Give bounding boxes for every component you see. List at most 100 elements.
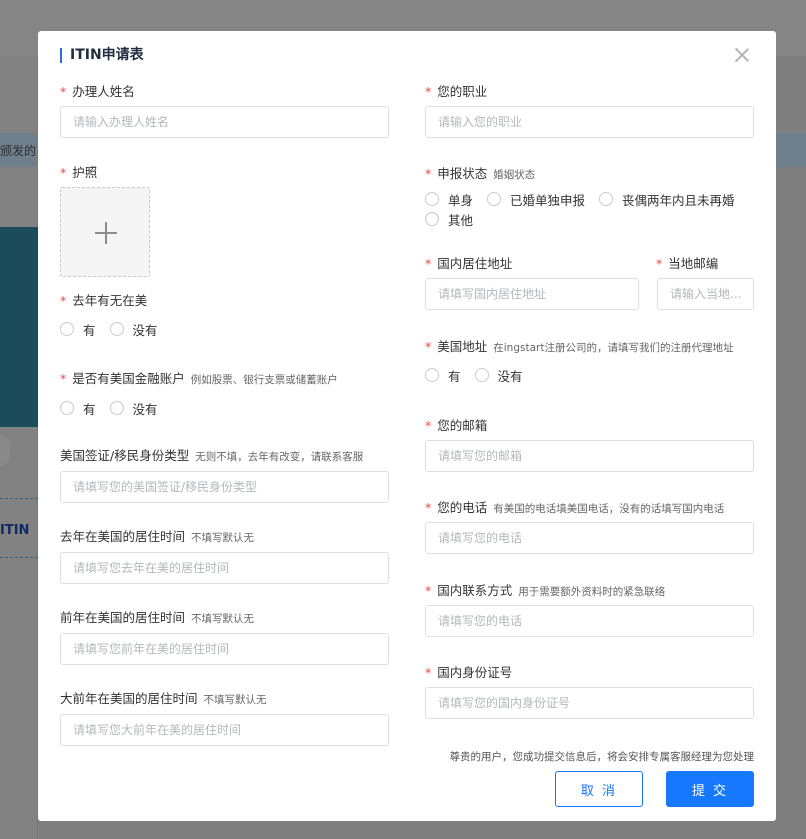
radio-circle-icon xyxy=(109,322,124,336)
domestic-address-input[interactable] xyxy=(425,278,639,310)
us-address-no-radio[interactable]: 没有 xyxy=(474,365,523,385)
filing-status-other-radio[interactable]: 其他 xyxy=(425,209,473,229)
in-us-last-year-radio-group: 有 没有 xyxy=(60,319,172,339)
us-address-label-row: * 美国地址 在ingstart注册公司的，请填写我们的注册代理地址 xyxy=(425,336,733,356)
domestic-contact-input[interactable] xyxy=(425,605,754,637)
occupation-input[interactable] xyxy=(425,106,754,138)
required-mark: * xyxy=(425,500,432,515)
filing-status-hint: 婚姻状态 xyxy=(493,169,536,181)
required-mark: * xyxy=(425,339,432,354)
email-input[interactable] xyxy=(425,440,754,472)
background-notice-text: 颁发的 xyxy=(0,144,37,158)
residence-last-year-label: 去年在美国的居住时间 xyxy=(60,529,186,544)
required-mark: * xyxy=(425,418,432,433)
occupation-label: 您的职业 xyxy=(437,84,488,99)
postal-code-input[interactable] xyxy=(657,278,754,310)
residence-3y-ago-label-row: 大前年在美国的居住时间 不填写默认无 xyxy=(60,688,267,708)
phone-input[interactable] xyxy=(425,522,754,554)
applicant-name-label: 办理人姓名 xyxy=(72,84,135,99)
phone-label-row: * 您的电话 有美国的电话填美国电话，没有的话填写国内电话 xyxy=(425,497,724,517)
required-mark: * xyxy=(425,665,432,680)
postal-code-label: 当地邮编 xyxy=(668,256,719,271)
close-icon[interactable] xyxy=(732,45,752,65)
financial-account-label: 是否有美国金融账户 xyxy=(72,371,185,386)
required-mark: * xyxy=(60,371,67,386)
background-banner xyxy=(0,227,38,427)
radio-label: 没有 xyxy=(132,322,158,338)
radio-circle-icon xyxy=(599,192,614,206)
financial-account-label-row: * 是否有美国金融账户 例如股票、银行支票或储蓄账户 xyxy=(60,368,338,388)
required-mark: * xyxy=(425,166,432,181)
residence-3y-ago-hint: 不填写默认无 xyxy=(203,694,267,706)
background-itin-label: ITIN xyxy=(0,523,30,538)
financial-account-radio-group: 有 没有 xyxy=(60,398,172,418)
id-number-label-row: * 国内身份证号 xyxy=(425,662,512,681)
in-us-last-year-yes-radio[interactable]: 有 xyxy=(60,319,96,339)
filing-status-single-radio[interactable]: 单身 xyxy=(425,189,473,209)
financial-account-no-radio[interactable]: 没有 xyxy=(109,398,158,418)
radio-circle-icon xyxy=(60,401,74,415)
footer-note: 尊贵的用户，您成功提交信息后，将会安排专属客服经理为您处理 xyxy=(449,751,755,763)
domestic-address-label: 国内居住地址 xyxy=(437,256,513,271)
required-mark: * xyxy=(425,256,432,271)
required-mark: * xyxy=(425,84,432,99)
occupation-label-row: * 您的职业 xyxy=(425,81,487,100)
radio-label: 有 xyxy=(83,401,96,417)
filing-status-widowed-radio[interactable]: 丧偶两年内且未再婚 xyxy=(599,189,735,209)
filing-status-label: 申报状态 xyxy=(437,166,488,181)
domestic-contact-label: 国内联系方式 xyxy=(437,583,513,598)
in-us-last-year-no-radio[interactable]: 没有 xyxy=(109,319,158,339)
postal-code-label-row: * 当地邮编 xyxy=(656,253,718,272)
residence-last-year-hint: 不填写默认无 xyxy=(191,532,255,544)
us-address-label: 美国地址 xyxy=(437,339,488,354)
id-number-input[interactable] xyxy=(425,687,754,719)
visa-type-input[interactable] xyxy=(60,471,389,503)
itin-application-modal: ITIN申请表 * 办理人姓名 * 护照 * 去年有无在美 有 没有 * 是否有美国金融… xyxy=(38,31,776,821)
domestic-contact-label-row: * 国内联系方式 用于需要额外资料时的紧急联络 xyxy=(425,580,665,600)
radio-label: 有 xyxy=(448,368,461,384)
email-label: 您的邮箱 xyxy=(437,418,488,433)
passport-label-row: * 护照 xyxy=(60,162,97,181)
radio-circle-icon xyxy=(425,368,439,382)
applicant-name-label-row: * 办理人姓名 xyxy=(60,81,135,100)
radio-label: 没有 xyxy=(132,401,158,417)
radio-circle-icon xyxy=(109,401,124,415)
domestic-contact-hint: 用于需要额外资料时的紧急联络 xyxy=(518,586,666,598)
required-mark: * xyxy=(60,165,67,180)
residence-2y-ago-hint: 不填写默认无 xyxy=(191,613,255,625)
radio-label: 没有 xyxy=(497,368,523,384)
phone-label: 您的电话 xyxy=(437,500,488,515)
residence-3y-ago-label: 大前年在美国的居住时间 xyxy=(60,691,198,706)
financial-account-yes-radio[interactable]: 有 xyxy=(60,398,96,418)
us-address-hint: 在ingstart注册公司的，请填写我们的注册代理地址 xyxy=(493,342,734,354)
submit-button[interactable]: 提 交 xyxy=(666,771,754,807)
radio-circle-icon xyxy=(474,368,489,382)
required-mark: * xyxy=(60,293,67,308)
id-number-label: 国内身份证号 xyxy=(437,665,513,680)
residence-last-year-input[interactable] xyxy=(60,552,389,584)
passport-upload-button[interactable] xyxy=(60,187,150,277)
radio-label: 单身 xyxy=(448,192,474,208)
in-us-last-year-label-row: * 去年有无在美 xyxy=(60,290,147,309)
radio-label: 已婚单独申报 xyxy=(510,192,586,208)
in-us-last-year-label: 去年有无在美 xyxy=(72,293,148,308)
us-address-radio-group: 有 没有 xyxy=(425,365,537,385)
applicant-name-input[interactable] xyxy=(60,106,389,138)
residence-2y-ago-label-row: 前年在美国的居住时间 不填写默认无 xyxy=(60,607,254,627)
visa-type-hint: 无则不填，去年有改变，请联系客服 xyxy=(195,451,364,463)
email-label-row: * 您的邮箱 xyxy=(425,415,487,434)
passport-label: 护照 xyxy=(72,165,98,180)
filing-status-radio-group: 单身 已婚单独申报 丧偶两年内且未再婚 其他 xyxy=(425,189,760,229)
residence-last-year-label-row: 去年在美国的居住时间 不填写默认无 xyxy=(60,526,254,546)
filing-status-married-separate-radio[interactable]: 已婚单独申报 xyxy=(487,189,585,209)
visa-type-label-row: 美国签证/移民身份类型 无则不填，去年有改变，请联系客服 xyxy=(60,445,363,465)
cancel-button[interactable]: 取 消 xyxy=(555,771,643,807)
residence-3y-ago-input[interactable] xyxy=(60,714,389,746)
phone-hint: 有美国的电话填美国电话，没有的话填写国内电话 xyxy=(493,503,725,515)
residence-2y-ago-input[interactable] xyxy=(60,633,389,665)
residence-2y-ago-label: 前年在美国的居住时间 xyxy=(60,610,186,625)
required-mark: * xyxy=(425,583,432,598)
required-mark: * xyxy=(60,84,67,99)
radio-label: 其他 xyxy=(448,212,474,228)
us-address-yes-radio[interactable]: 有 xyxy=(425,365,461,385)
